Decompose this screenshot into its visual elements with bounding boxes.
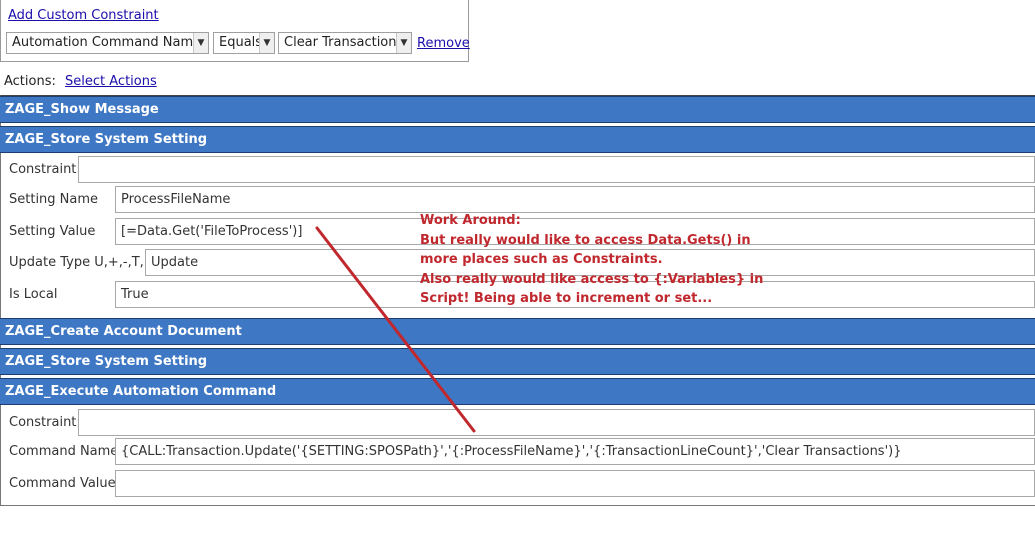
action-header-create-account-document[interactable]: ZAGE_Create Account Document — [0, 318, 1035, 345]
custom-constraint-panel: Add Custom Constraint Automation Command… — [0, 0, 470, 62]
command-name-input[interactable]: {CALL:Transaction.Update('{SETTING:SPOSP… — [115, 438, 1035, 465]
constraint-field-select[interactable]: Automation Command Name ▼ — [6, 32, 209, 54]
command-value-label: Command Value — [9, 476, 116, 491]
annotation-line: Script! Being able to increment or set..… — [420, 291, 713, 306]
annotation-line: Work Around: — [420, 213, 521, 228]
constraint-value-value: Clear Transactions — [284, 35, 404, 50]
command-value-input[interactable] — [115, 470, 1035, 497]
chevron-down-icon[interactable]: ▼ — [396, 33, 411, 53]
setting-name-label: Setting Name — [9, 192, 99, 207]
setting-value-label: Setting Value — [9, 224, 96, 239]
command-name-label: Command Name — [9, 444, 119, 459]
update-type-label: Update Type U,+,-,T,D — [9, 255, 154, 270]
constraint-input[interactable] — [78, 409, 1035, 436]
add-custom-constraint-link[interactable]: Add Custom Constraint — [8, 8, 159, 23]
actions-row: Actions: Select Actions — [4, 74, 157, 89]
constraint-value-select[interactable]: Clear Transactions ▼ — [278, 32, 412, 54]
annotation-line: more places such as Constraints. — [420, 252, 663, 267]
constraint-input[interactable] — [78, 156, 1035, 183]
setting-name-input[interactable]: ProcessFileName — [115, 186, 1035, 213]
constraint-label: Constraint: — [9, 415, 81, 430]
constraint-operator-value: Equals — [219, 35, 263, 50]
actions-label: Actions: — [4, 74, 56, 89]
action-header-store-system-setting[interactable]: ZAGE_Store System Setting — [0, 126, 1035, 153]
constraint-label: Constraint: — [9, 162, 81, 177]
constraint-field-value: Automation Command Name — [12, 35, 202, 50]
is-local-label: Is Local — [9, 287, 58, 302]
annotation-note: Work Around: But really would like to ac… — [420, 211, 764, 309]
annotation-line: Also really would like access to {:Varia… — [420, 271, 764, 287]
remove-constraint-link[interactable]: Remove — [417, 36, 470, 51]
annotation-line: But really would like to access Data.Get… — [420, 232, 751, 248]
action-header-store-system-setting-2[interactable]: ZAGE_Store System Setting — [0, 348, 1035, 375]
select-actions-link[interactable]: Select Actions — [65, 74, 157, 89]
chevron-down-icon[interactable]: ▼ — [259, 33, 274, 53]
constraint-operator-select[interactable]: Equals ▼ — [213, 32, 275, 54]
chevron-down-icon[interactable]: ▼ — [193, 33, 208, 53]
action-header-execute-automation-command[interactable]: ZAGE_Execute Automation Command — [0, 378, 1035, 405]
action-header-show-message[interactable]: ZAGE_Show Message — [0, 96, 1035, 123]
